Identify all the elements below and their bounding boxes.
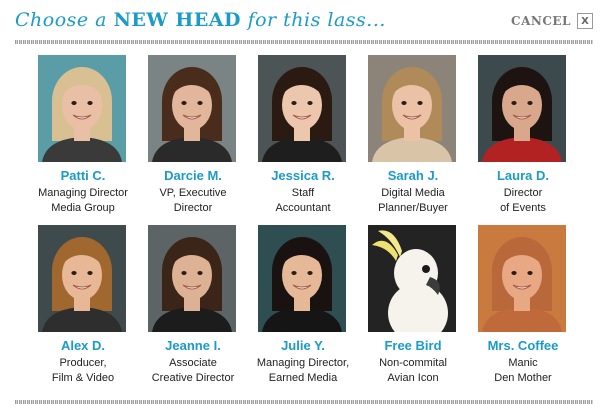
person-role-line-2: Earned Media [268,372,338,384]
person-name[interactable]: Darcie M. [138,168,248,183]
person-role: Managing Director Media Group [28,186,138,216]
title-part-1: Choose a [15,9,114,31]
person-role: Managing Director, Earned Media [248,356,358,386]
portrait-icon [478,55,566,162]
person-role-line-1: Director [503,187,543,199]
person-role-line-2: Avian Icon [387,372,439,384]
person-role-line-1: Non-commital [379,357,447,369]
person-role-line-1: Managing Director [38,187,128,199]
bottom-divider [15,400,593,404]
person-role-line-1: Managing Director, [256,357,350,369]
person-role-line-2: Media Group [51,202,115,214]
portrait-icon [38,225,126,332]
portrait-icon [38,55,126,162]
person-role-line-2: Den Mother [494,372,552,384]
person-role-line-2: Creative Director [151,372,235,384]
person-name[interactable]: Sarah J. [358,168,468,183]
person-role-line-1: Associate [169,357,217,369]
person-role-line-1: Staff [291,187,315,199]
person-role-line-1: Manic [508,357,538,369]
top-divider [15,40,593,44]
person-photo[interactable] [38,225,126,332]
cockatoo-portrait-icon [368,225,456,332]
person-photo[interactable] [38,55,126,162]
person-name[interactable]: Free Bird [358,338,468,353]
person-name[interactable]: Mrs. Coffee [468,338,578,353]
person-role: Non-commital Avian Icon [358,356,468,386]
person-name[interactable]: Alex D. [28,338,138,353]
person-photo[interactable] [478,225,566,332]
person-name[interactable]: Jeanne I. [138,338,248,353]
title-part-3: for this lass... [241,9,386,31]
title-part-2: NEW HEAD [113,9,242,31]
portrait-icon [478,225,566,332]
person-photo[interactable] [148,55,236,162]
person-role-line-1: Digital Media [381,187,445,199]
person-role: Director of Events [468,186,578,216]
person-photo[interactable] [368,225,456,332]
person-role-line-2: Accountant [275,202,331,214]
person-name[interactable]: Laura D. [468,168,578,183]
person-role-line-1: VP, Executive [159,187,227,199]
close-icon[interactable]: X [577,13,593,29]
person-role: Staff Accountant [248,186,358,216]
person-role-line-2: Film & Video [51,372,115,384]
person-photo[interactable] [478,55,566,162]
person-role-line-2: Planner/Buyer [378,202,448,214]
cancel-label[interactable]: CANCEL [511,14,571,28]
person-name[interactable]: Patti C. [28,168,138,183]
portrait-icon [258,55,346,162]
person-role: VP, Executive Director [138,186,248,216]
person-photo[interactable] [148,225,236,332]
page-title: Choose a NEW HEAD for this lass... [15,9,386,35]
person-name[interactable]: Jessica R. [248,168,358,183]
person-role: Manic Den Mother [468,356,578,386]
person-role-line-2: of Events [500,202,546,214]
person-name[interactable]: Julie Y. [248,338,358,353]
person-role: Producer, Film & Video [28,356,138,386]
portrait-icon [148,55,236,162]
person-role-line-1: Producer, [59,357,107,369]
cancel-button[interactable]: CANCEL X [511,13,593,29]
person-photo[interactable] [258,225,346,332]
person-photo[interactable] [368,55,456,162]
person-photo[interactable] [258,55,346,162]
portrait-icon [258,225,346,332]
person-role: Associate Creative Director [138,356,248,386]
person-role-line-2: Director [173,202,213,214]
person-role: Digital Media Planner/Buyer [358,186,468,216]
portrait-icon [368,55,456,162]
portrait-icon [148,225,236,332]
